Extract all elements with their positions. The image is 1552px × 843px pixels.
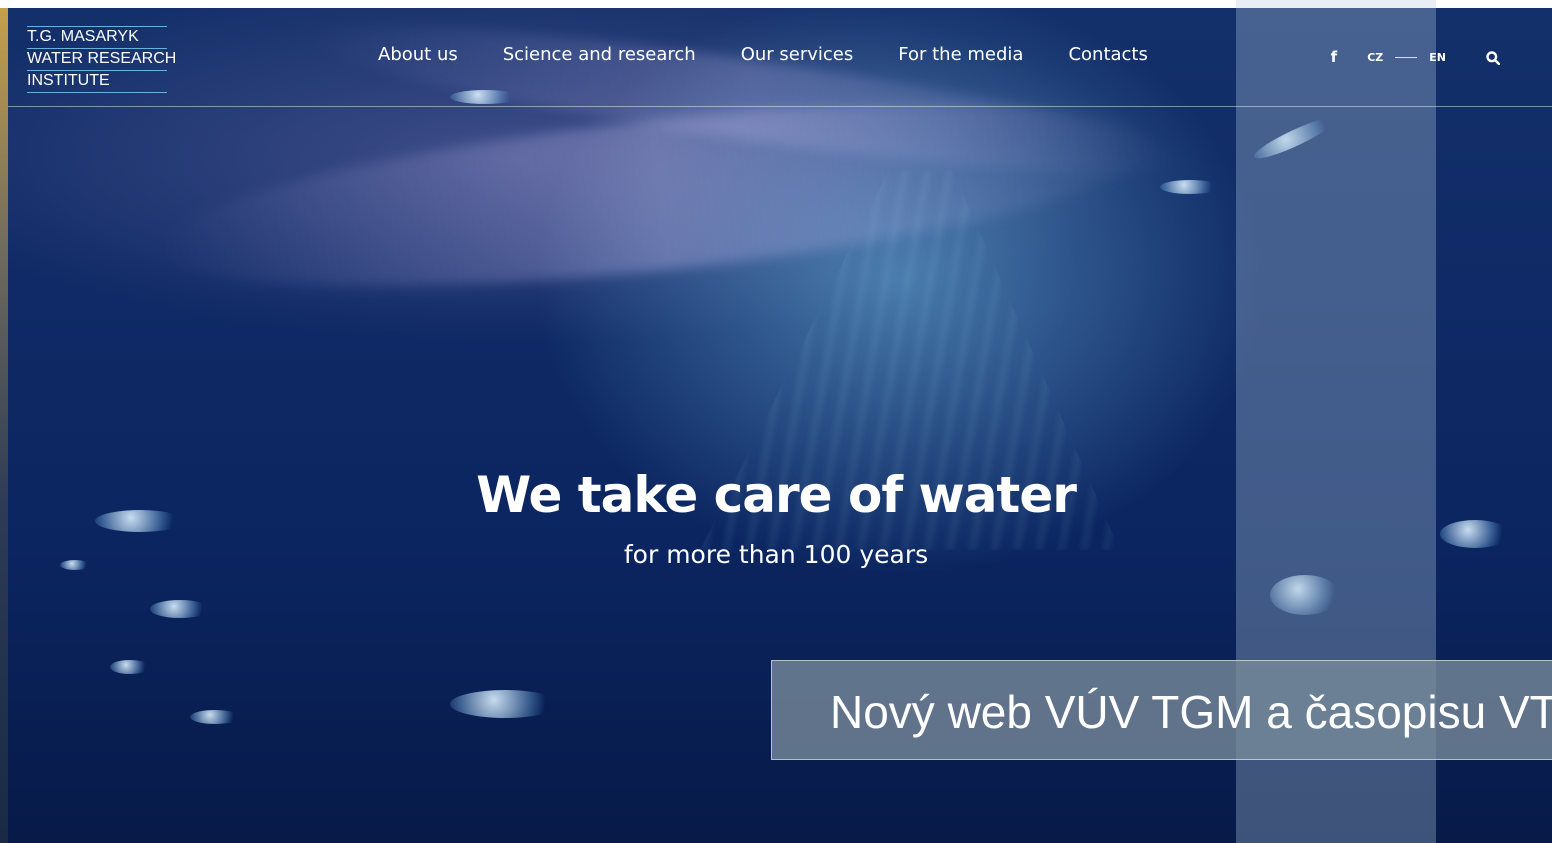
nav-for-the-media[interactable]: For the media (898, 44, 1023, 65)
bubble (110, 660, 150, 674)
header-tools: f CZ EN (1331, 48, 1501, 66)
logo-line-1: T.G. MASARYK (27, 26, 167, 49)
main-nav: About us Science and research Our servic… (378, 44, 1148, 65)
lang-cz-link[interactable]: CZ (1367, 51, 1383, 64)
news-banner[interactable]: Nový web VÚV TGM a časopisu VTE (771, 660, 1552, 760)
bubble (1160, 180, 1220, 194)
bubble (190, 710, 240, 724)
news-banner-text: Nový web VÚV TGM a časopisu VTE (830, 686, 1552, 738)
facebook-icon[interactable]: f (1331, 48, 1338, 66)
site-header: T.G. MASARYK WATER RESEARCH INSTITUTE Ab… (8, 8, 1552, 107)
site-logo[interactable]: T.G. MASARYK WATER RESEARCH INSTITUTE (27, 26, 176, 93)
lang-separator (1395, 56, 1418, 58)
bubble (150, 600, 210, 618)
search-icon[interactable] (1486, 50, 1501, 66)
nav-science-and-research[interactable]: Science and research (503, 44, 696, 65)
left-edge-strip (0, 0, 8, 843)
nav-about-us[interactable]: About us (378, 44, 458, 65)
bubble (450, 690, 560, 718)
hero-subtitle: for more than 100 years (623, 540, 929, 569)
logo-line-3: INSTITUTE (27, 71, 167, 93)
nav-contacts[interactable]: Contacts (1068, 44, 1147, 65)
logo-line-2: WATER RESEARCH (27, 49, 176, 71)
nav-our-services[interactable]: Our services (741, 44, 854, 65)
lang-en-link[interactable]: EN (1429, 51, 1446, 64)
hero-title: We take care of water (476, 466, 1077, 524)
